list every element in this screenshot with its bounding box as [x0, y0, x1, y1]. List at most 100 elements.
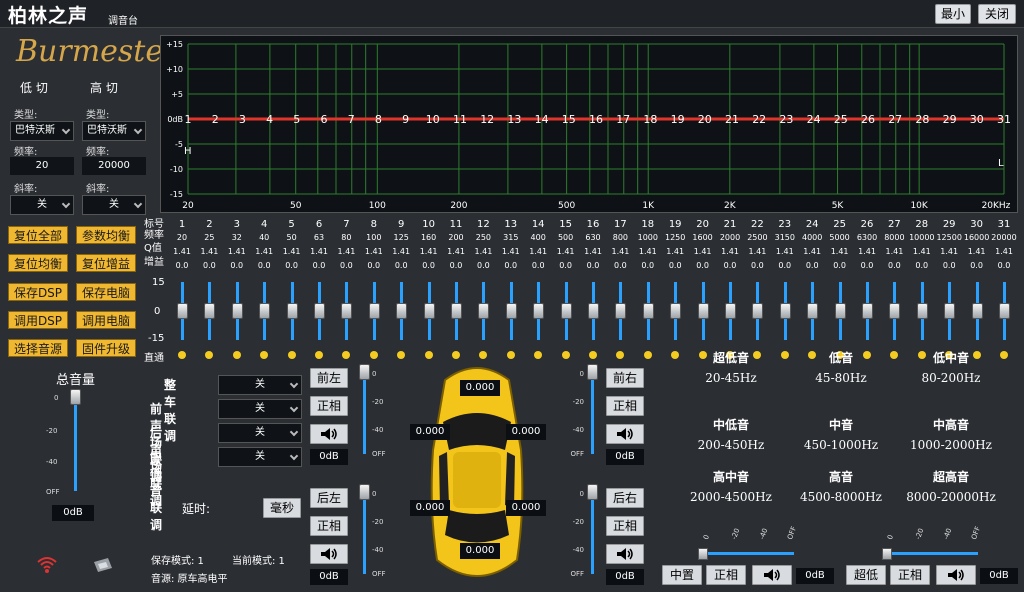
- band-marker[interactable]: 3: [239, 113, 246, 126]
- bypass-dot[interactable]: [534, 351, 543, 359]
- band-gain-knob[interactable]: [615, 303, 627, 319]
- phase-button[interactable]: 正相: [606, 516, 644, 536]
- band-freq[interactable]: 5000: [827, 233, 853, 242]
- band-gain-knob[interactable]: [478, 303, 490, 319]
- band-gain[interactable]: 0.0: [827, 261, 853, 270]
- band-gain-knob[interactable]: [807, 303, 819, 319]
- band-gain[interactable]: 0.0: [635, 261, 661, 270]
- band-gain[interactable]: 0.0: [553, 261, 579, 270]
- band-q[interactable]: 1.41: [525, 247, 551, 256]
- band-marker[interactable]: 12: [480, 113, 494, 126]
- band-gain-knob[interactable]: [451, 303, 462, 319]
- band-gain[interactable]: 0.0: [909, 261, 935, 270]
- band-freq[interactable]: 630: [580, 233, 606, 242]
- band-gain-knob[interactable]: [725, 303, 736, 319]
- bypass-dot[interactable]: [287, 351, 296, 359]
- band-freq[interactable]: 16000: [964, 233, 990, 242]
- band-marker[interactable]: 13: [507, 113, 521, 126]
- minimize-button[interactable]: 最小: [935, 4, 971, 24]
- channel-volume-knob[interactable]: [698, 548, 708, 560]
- bypass-dot[interactable]: [561, 351, 570, 359]
- reset-eq-button[interactable]: 复位均衡: [8, 254, 68, 272]
- mute-button[interactable]: [752, 565, 792, 585]
- phase-button[interactable]: 正相: [606, 396, 644, 416]
- band-freq[interactable]: 10000: [909, 233, 935, 242]
- band-marker[interactable]: 22: [752, 113, 766, 126]
- band-gain[interactable]: 0.0: [799, 261, 825, 270]
- band-marker[interactable]: 20: [698, 113, 712, 126]
- band-gain[interactable]: 0.0: [416, 261, 442, 270]
- band-gain[interactable]: 0.0: [196, 261, 222, 270]
- band-marker[interactable]: 19: [671, 113, 685, 126]
- band-freq[interactable]: 63: [306, 233, 332, 242]
- channel-name-button[interactable]: 中置: [662, 565, 702, 585]
- band-marker[interactable]: 16: [589, 113, 603, 126]
- band-marker[interactable]: 5: [293, 113, 300, 126]
- channel-volume-knob[interactable]: [359, 364, 370, 380]
- band-marker[interactable]: 23: [779, 113, 793, 126]
- band-gain[interactable]: 0.0: [333, 261, 359, 270]
- link-select[interactable]: 关: [218, 375, 302, 395]
- band-q[interactable]: 1.41: [717, 247, 743, 256]
- band-marker[interactable]: 31: [997, 113, 1011, 126]
- band-q[interactable]: 1.41: [361, 247, 387, 256]
- mute-button[interactable]: [606, 424, 644, 444]
- band-gain-knob[interactable]: [779, 303, 791, 319]
- band-marker[interactable]: 28: [915, 113, 929, 126]
- reset-gain-button[interactable]: 复位增益: [76, 254, 136, 272]
- band-marker[interactable]: 25: [834, 113, 848, 126]
- band-q[interactable]: 1.41: [772, 247, 798, 256]
- channel-volume-track[interactable]: [591, 368, 594, 454]
- band-gain-knob[interactable]: [999, 303, 1010, 319]
- reset-all-button[interactable]: 复位全部: [8, 226, 68, 244]
- bypass-dot[interactable]: [315, 351, 323, 359]
- band-q[interactable]: 1.41: [881, 247, 907, 256]
- bypass-dot[interactable]: [205, 351, 214, 359]
- band-freq[interactable]: 200: [443, 233, 469, 242]
- band-freq[interactable]: 2000: [717, 233, 743, 242]
- link-select[interactable]: 关: [218, 423, 302, 443]
- band-q[interactable]: 1.41: [854, 247, 880, 256]
- bypass-dot[interactable]: [178, 351, 186, 359]
- band-gain[interactable]: 0.0: [169, 261, 195, 270]
- band-gain-knob[interactable]: [834, 303, 846, 319]
- band-q[interactable]: 1.41: [169, 247, 195, 256]
- band-marker[interactable]: 4: [266, 113, 273, 126]
- band-gain[interactable]: 0.0: [279, 261, 305, 270]
- channel-name-button[interactable]: 后左: [310, 488, 348, 508]
- band-gain[interactable]: 0.0: [690, 261, 716, 270]
- band-marker[interactable]: 24: [807, 113, 821, 126]
- save-pc-button[interactable]: 保存电脑: [76, 283, 136, 301]
- band-gain-knob[interactable]: [642, 303, 654, 319]
- band-q[interactable]: 1.41: [333, 247, 359, 256]
- band-marker[interactable]: 27: [888, 113, 902, 126]
- band-q[interactable]: 1.41: [224, 247, 250, 256]
- band-gain[interactable]: 0.0: [964, 261, 990, 270]
- band-gain-knob[interactable]: [752, 303, 764, 319]
- band-q[interactable]: 1.41: [443, 247, 469, 256]
- bypass-dot[interactable]: [369, 351, 378, 359]
- load-pc-button[interactable]: 调用电脑: [76, 311, 136, 329]
- band-q[interactable]: 1.41: [607, 247, 633, 256]
- mute-button[interactable]: [606, 544, 644, 564]
- band-gain-knob[interactable]: [971, 303, 983, 319]
- band-q[interactable]: 1.41: [827, 247, 853, 256]
- band-marker[interactable]: 10: [426, 113, 440, 126]
- channel-volume-knob[interactable]: [587, 484, 598, 500]
- band-gain-knob[interactable]: [259, 303, 271, 319]
- channel-volume-track[interactable]: [363, 488, 366, 574]
- band-q[interactable]: 1.41: [991, 247, 1017, 256]
- band-q[interactable]: 1.41: [470, 247, 496, 256]
- high-cut-slope-select[interactable]: 关: [82, 195, 146, 215]
- channel-volume-track[interactable]: [591, 488, 594, 574]
- save-dsp-button[interactable]: 保存DSP: [8, 283, 68, 301]
- band-q[interactable]: 1.41: [799, 247, 825, 256]
- band-gain[interactable]: 0.0: [388, 261, 414, 270]
- band-freq[interactable]: 40: [251, 233, 277, 242]
- band-gain-knob[interactable]: [423, 303, 435, 319]
- band-q[interactable]: 1.41: [388, 247, 414, 256]
- bypass-dot[interactable]: [643, 351, 652, 359]
- band-gain-knob[interactable]: [177, 303, 188, 319]
- band-marker[interactable]: 17: [616, 113, 630, 126]
- bypass-dot[interactable]: [342, 351, 351, 359]
